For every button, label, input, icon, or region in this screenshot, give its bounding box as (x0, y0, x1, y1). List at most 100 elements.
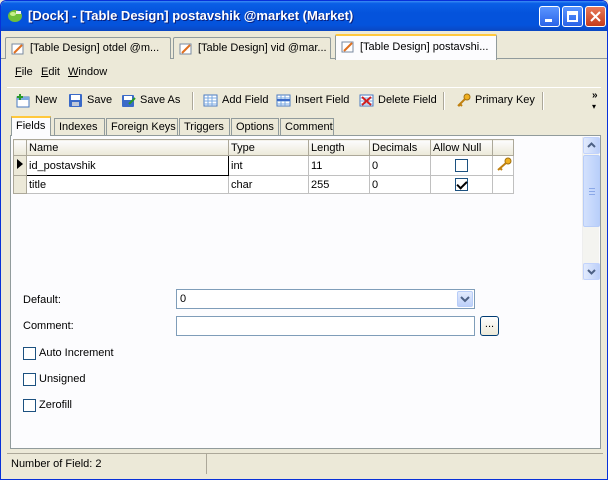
scroll-up-button[interactable] (583, 137, 600, 154)
default-dropdown-button[interactable] (457, 291, 473, 307)
cell-length[interactable]: 255 (308, 175, 370, 194)
cell-decimals[interactable]: 0 (369, 175, 431, 194)
cell-decimals[interactable]: 0 (369, 155, 431, 176)
cell-key[interactable] (492, 155, 514, 176)
comment-ellipsis-button[interactable]: ... (480, 316, 499, 336)
doc-tab-postavshik[interactable]: [Table Design] postavshi... (335, 34, 497, 60)
cell-name[interactable]: id_postavshik (26, 155, 229, 176)
chevron-up-icon (587, 142, 596, 148)
default-value: 0 (180, 293, 187, 305)
header-name[interactable]: Name (26, 139, 229, 156)
doc-tab-label: [Table Design] vid @mar... (198, 42, 327, 54)
header-length[interactable]: Length (308, 139, 370, 156)
doc-tab-label: [Table Design] postavshi... (360, 41, 489, 53)
cell-type[interactable]: char (228, 175, 309, 194)
save-icon (69, 94, 82, 107)
new-table-icon (16, 94, 30, 108)
navicat-app-icon (8, 10, 22, 22)
primary-key-button[interactable]: Primary Key (455, 92, 535, 110)
scroll-thumb[interactable] (583, 155, 600, 227)
menu-window[interactable]: Window (68, 66, 107, 78)
header-indicator (13, 139, 27, 156)
insert-field-label: Insert Field (295, 94, 350, 106)
allow-null-checkbox[interactable] (455, 159, 468, 172)
default-label: Default: (23, 294, 61, 306)
tab-comment[interactable]: Comment (280, 118, 334, 136)
minimize-button[interactable] (539, 6, 560, 27)
tab-foreign-keys-label: Foreign Keys (111, 121, 176, 133)
tab-indexes[interactable]: Indexes (54, 118, 105, 136)
scroll-down-button[interactable] (583, 263, 600, 280)
unsigned-label: Unsigned (39, 373, 86, 385)
auto-increment-checkbox[interactable] (23, 347, 36, 360)
header-decimals[interactable]: Decimals (369, 139, 431, 156)
new-button[interactable]: New (15, 92, 57, 110)
maximize-button[interactable] (562, 6, 583, 27)
doc-tab-otdel[interactable]: [Table Design] otdel @m... (5, 37, 171, 59)
add-field-icon (203, 94, 218, 107)
tab-indexes-label: Indexes (59, 121, 98, 133)
tab-options[interactable]: Options (231, 118, 279, 136)
status-bar: Number of Field: 2 (7, 453, 603, 474)
zerofill-checkbox[interactable] (23, 399, 36, 412)
table-row[interactable]: id_postavshik int 11 0 (13, 155, 514, 176)
table-row[interactable]: title char 255 0 (13, 175, 514, 194)
menu-file-label: File (15, 66, 33, 78)
cell-allow-null[interactable] (430, 175, 493, 194)
cell-type[interactable]: int (228, 155, 309, 176)
cell-length[interactable]: 11 (308, 155, 370, 176)
tab-foreign-keys[interactable]: Foreign Keys (106, 118, 178, 136)
header-type[interactable]: Type (228, 139, 309, 156)
tab-fields[interactable]: Fields (11, 116, 51, 136)
close-icon (590, 11, 601, 22)
add-field-button[interactable]: Add Field (202, 92, 268, 110)
tab-triggers-label: Triggers (184, 121, 224, 133)
menu-file[interactable]: File (15, 66, 33, 78)
save-as-icon (122, 95, 136, 107)
default-combo[interactable]: 0 (176, 289, 475, 309)
fields-panel: Name Type Length Decimals Allow Null id_… (10, 135, 601, 449)
row-indicator[interactable] (13, 175, 27, 194)
tab-options-label: Options (236, 121, 274, 133)
comment-input[interactable] (176, 316, 475, 336)
insert-field-button[interactable]: Insert Field (275, 92, 349, 110)
toolbar-separator (192, 92, 194, 110)
tab-fields-label: Fields (16, 120, 46, 132)
cell-name[interactable]: title (26, 175, 229, 194)
grip-icon (589, 188, 595, 195)
new-label: New (35, 94, 58, 106)
header-key (492, 139, 514, 156)
menu-edit[interactable]: Edit (41, 66, 60, 78)
tab-triggers[interactable]: Triggers (179, 118, 230, 136)
grid-vertical-scrollbar[interactable] (582, 137, 600, 280)
overflow-arrow-icon: ▾ (592, 102, 597, 111)
doc-tab-vid[interactable]: [Table Design] vid @mar... (173, 37, 331, 59)
save-button[interactable]: Save (67, 92, 112, 110)
comment-label: Comment: (23, 320, 74, 332)
field-tabs: Fields Indexes Foreign Keys Triggers Opt… (9, 116, 599, 136)
chevron-down-icon (460, 296, 470, 303)
unsigned-checkbox[interactable] (23, 373, 36, 386)
cell-allow-null[interactable] (430, 155, 493, 176)
toolbar-separator (542, 92, 544, 110)
save-label: Save (87, 94, 113, 106)
allow-null-checkbox[interactable] (455, 178, 468, 191)
insert-field-icon (276, 94, 291, 107)
delete-field-icon (359, 94, 374, 107)
cell-key[interactable] (492, 175, 514, 194)
toolbar-overflow-button[interactable]: » ▾ (592, 90, 598, 112)
document-tabs: [Table Design] otdel @m... [Table Design… (1, 31, 607, 60)
delete-field-label: Delete Field (378, 94, 437, 106)
row-indicator[interactable] (13, 155, 27, 176)
delete-field-button[interactable]: Delete Field (358, 92, 437, 110)
ellipsis-label: ... (484, 318, 495, 330)
grid-header-row: Name Type Length Decimals Allow Null (13, 139, 514, 156)
header-allow-null[interactable]: Allow Null (430, 139, 493, 156)
close-button[interactable] (585, 6, 606, 27)
menu-edit-label: Edit (41, 66, 60, 78)
title-bar[interactable]: [Dock] - [Table Design] postavshik @mark… (1, 1, 607, 31)
add-field-label: Add Field (222, 94, 269, 106)
tab-comment-label: Comment (285, 121, 333, 133)
save-as-button[interactable]: Save As (120, 92, 180, 110)
chevron-down-icon (587, 269, 596, 275)
